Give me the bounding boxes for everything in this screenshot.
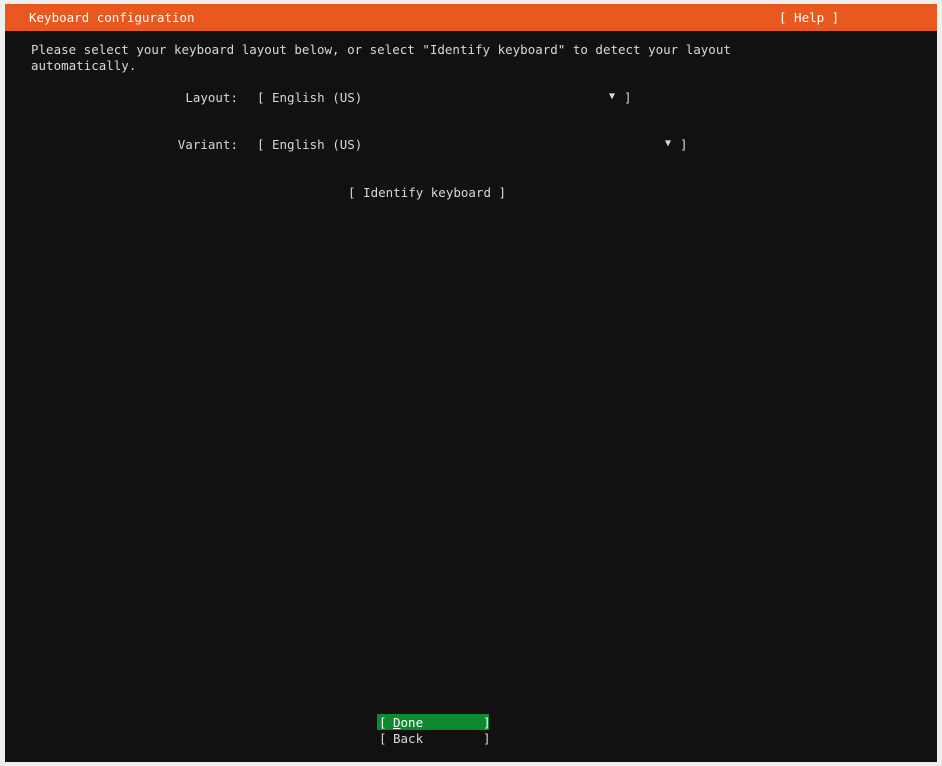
page-title: Keyboard configuration <box>29 10 195 25</box>
done-button[interactable]: [ Done ] <box>377 714 491 730</box>
layout-select-close-bracket: ] <box>624 90 632 105</box>
variant-label: Variant: <box>177 137 238 152</box>
done-close-bracket: ] <box>483 715 491 730</box>
identify-keyboard-button[interactable]: [ Identify keyboard ] <box>348 185 506 200</box>
variant-select[interactable]: [ English (US) ▼ ] <box>257 137 692 153</box>
done-open-bracket: [ <box>379 715 387 730</box>
back-open-bracket: [ <box>379 731 387 746</box>
layout-select-value: English (US) <box>272 90 363 105</box>
instructions-text: Please select your keyboard layout below… <box>31 42 731 73</box>
layout-select[interactable]: [ English (US) ▼ ] <box>257 90 637 106</box>
back-label: Back <box>393 731 424 746</box>
variant-select-close-bracket: ] <box>680 137 688 152</box>
installer-screen: Keyboard configuration [ Help ] Please s… <box>5 4 937 762</box>
dropdown-arrow-icon: ▼ <box>665 138 672 149</box>
done-mnemonic: D <box>393 715 401 730</box>
dropdown-arrow-icon: ▼ <box>609 91 616 102</box>
back-button[interactable]: [ Back ] <box>377 730 491 746</box>
done-label-rest: one <box>400 715 424 730</box>
back-close-bracket: ] <box>483 731 491 746</box>
variant-select-value: English (US) <box>272 137 363 152</box>
layout-select-open-bracket: [ <box>257 90 265 105</box>
done-label: Done <box>393 715 423 730</box>
header-bar: Keyboard configuration [ Help ] <box>5 4 937 31</box>
help-button[interactable]: [ Help ] <box>779 10 839 25</box>
variant-select-open-bracket: [ <box>257 137 265 152</box>
layout-label: Layout: <box>185 90 238 105</box>
